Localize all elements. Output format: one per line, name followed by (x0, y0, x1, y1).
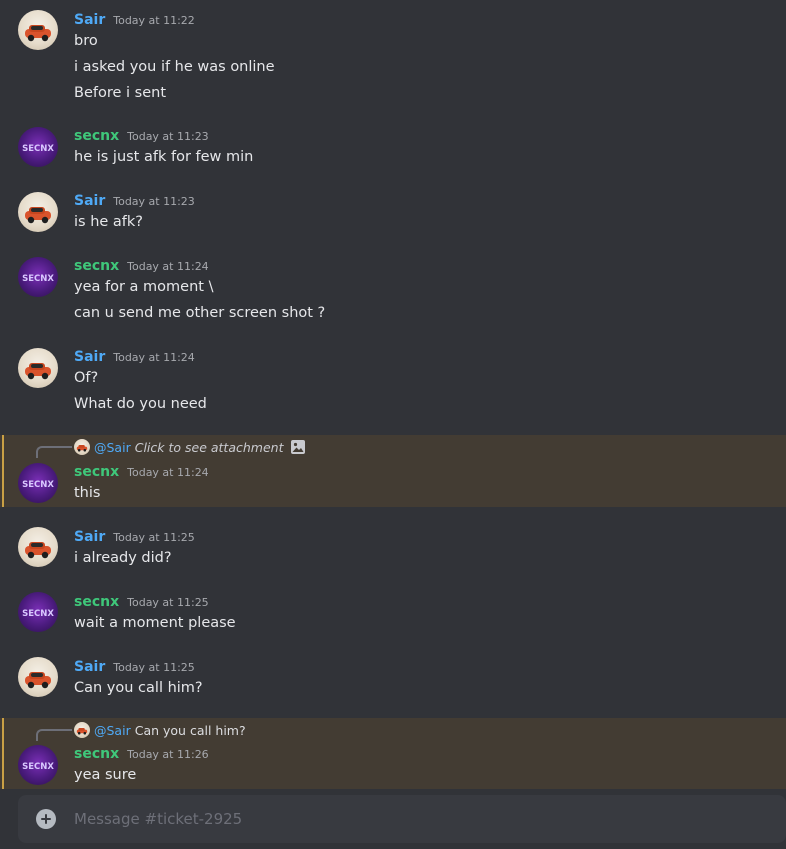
avatar[interactable] (18, 348, 58, 388)
timestamp: Today at 11:25 (113, 661, 195, 674)
car-avatar-icon (76, 445, 88, 452)
username[interactable]: Sair (74, 527, 105, 547)
username[interactable]: Sair (74, 347, 105, 367)
message-group: Sair Today at 11:25 i already did? (0, 507, 786, 571)
chat-message-list: Sair Today at 11:22 bro i asked you if h… (0, 0, 786, 849)
avatar[interactable] (18, 657, 58, 697)
reply-preview[interactable]: @Sair Click to see attachment (74, 438, 306, 456)
username[interactable]: secnx (74, 462, 119, 482)
image-icon (291, 440, 306, 454)
avatar[interactable]: SECNX (18, 463, 58, 503)
message-group: Sair Today at 11:24 Of? What do you need (0, 336, 786, 434)
reply-mention[interactable]: @Sair (94, 723, 131, 738)
car-avatar-icon (25, 542, 51, 559)
avatar[interactable]: SECNX (18, 257, 58, 297)
mention-bar (2, 718, 4, 789)
message-text: Before i sent (74, 85, 167, 101)
timestamp: Today at 11:24 (127, 466, 209, 479)
reply-spine (36, 446, 72, 458)
message-group: Sair Today at 11:22 bro i asked you if h… (0, 0, 786, 112)
message-input[interactable] (74, 795, 764, 843)
reply-mention[interactable]: @Sair (94, 440, 131, 455)
avatar-text: SECNX (22, 762, 54, 772)
avatar[interactable] (18, 10, 58, 50)
message-text: What do you need (74, 396, 207, 412)
avatar[interactable]: SECNX (18, 127, 58, 167)
avatar-text: SECNX (22, 274, 54, 284)
car-avatar-icon (25, 363, 51, 380)
message-group: Sair Today at 11:23 is he afk? (0, 178, 786, 242)
avatar[interactable]: SECNX (18, 592, 58, 632)
timestamp: Today at 11:23 (113, 195, 195, 208)
timestamp: Today at 11:24 (127, 260, 209, 273)
message-text: i already did? (74, 550, 172, 566)
message-group: SECNX secnx Today at 11:24 yea for a mom… (0, 242, 786, 336)
car-avatar-icon (25, 207, 51, 224)
mention-bar (2, 435, 4, 507)
message-text: can u send me other screen shot ? (74, 305, 326, 321)
reply-spine (36, 729, 72, 741)
message-text: yea sure (74, 767, 137, 783)
username[interactable]: Sair (74, 657, 105, 677)
avatar-text: SECNX (22, 480, 54, 490)
message-text: is he afk? (74, 214, 143, 230)
username[interactable]: Sair (74, 191, 105, 211)
timestamp: Today at 11:25 (113, 531, 195, 544)
timestamp: Today at 11:24 (113, 351, 195, 364)
message-text: he is just afk for few min (74, 149, 254, 165)
timestamp: Today at 11:22 (113, 14, 195, 27)
message-text: i asked you if he was online (74, 59, 275, 75)
username[interactable]: secnx (74, 744, 119, 764)
reply-avatar (74, 722, 90, 738)
message-group: SECNX secnx Today at 11:25 wait a moment… (0, 571, 786, 637)
reply-text[interactable]: Can you call him? (135, 723, 246, 738)
plus-circle-icon[interactable] (36, 809, 56, 829)
username[interactable]: secnx (74, 126, 119, 146)
timestamp: Today at 11:25 (127, 596, 209, 609)
message-text: wait a moment please (74, 615, 236, 631)
message-text: Of? (74, 370, 99, 386)
car-avatar-icon (25, 672, 51, 689)
message-group-mention: @Sair Click to see attachment SECNX secn… (0, 435, 786, 507)
message-text: this (74, 485, 101, 501)
avatar[interactable] (18, 527, 58, 567)
message-group: Sair Today at 11:25 Can you call him? (0, 637, 786, 717)
timestamp: Today at 11:26 (127, 748, 209, 761)
avatar[interactable]: SECNX (18, 745, 58, 785)
timestamp: Today at 11:23 (127, 130, 209, 143)
reply-preview[interactable]: @Sair Can you call him? (74, 721, 246, 739)
message-group-mention: @Sair Can you call him? SECNX secnx Toda… (0, 718, 786, 789)
username[interactable]: secnx (74, 592, 119, 612)
message-group: SECNX secnx Today at 11:23 he is just af… (0, 112, 786, 178)
message-text: yea for a moment \ (74, 279, 214, 295)
car-avatar-icon (25, 25, 51, 42)
avatar-text: SECNX (22, 609, 54, 619)
avatar[interactable] (18, 192, 58, 232)
avatar-text: SECNX (22, 144, 54, 154)
message-text: bro (74, 33, 98, 49)
reply-avatar (74, 439, 90, 455)
reply-text[interactable]: Click to see attachment (135, 440, 284, 455)
username[interactable]: Sair (74, 10, 105, 30)
car-avatar-icon (76, 728, 88, 735)
username[interactable]: secnx (74, 256, 119, 276)
message-composer (18, 795, 786, 843)
message-text: Can you call him? (74, 680, 203, 696)
